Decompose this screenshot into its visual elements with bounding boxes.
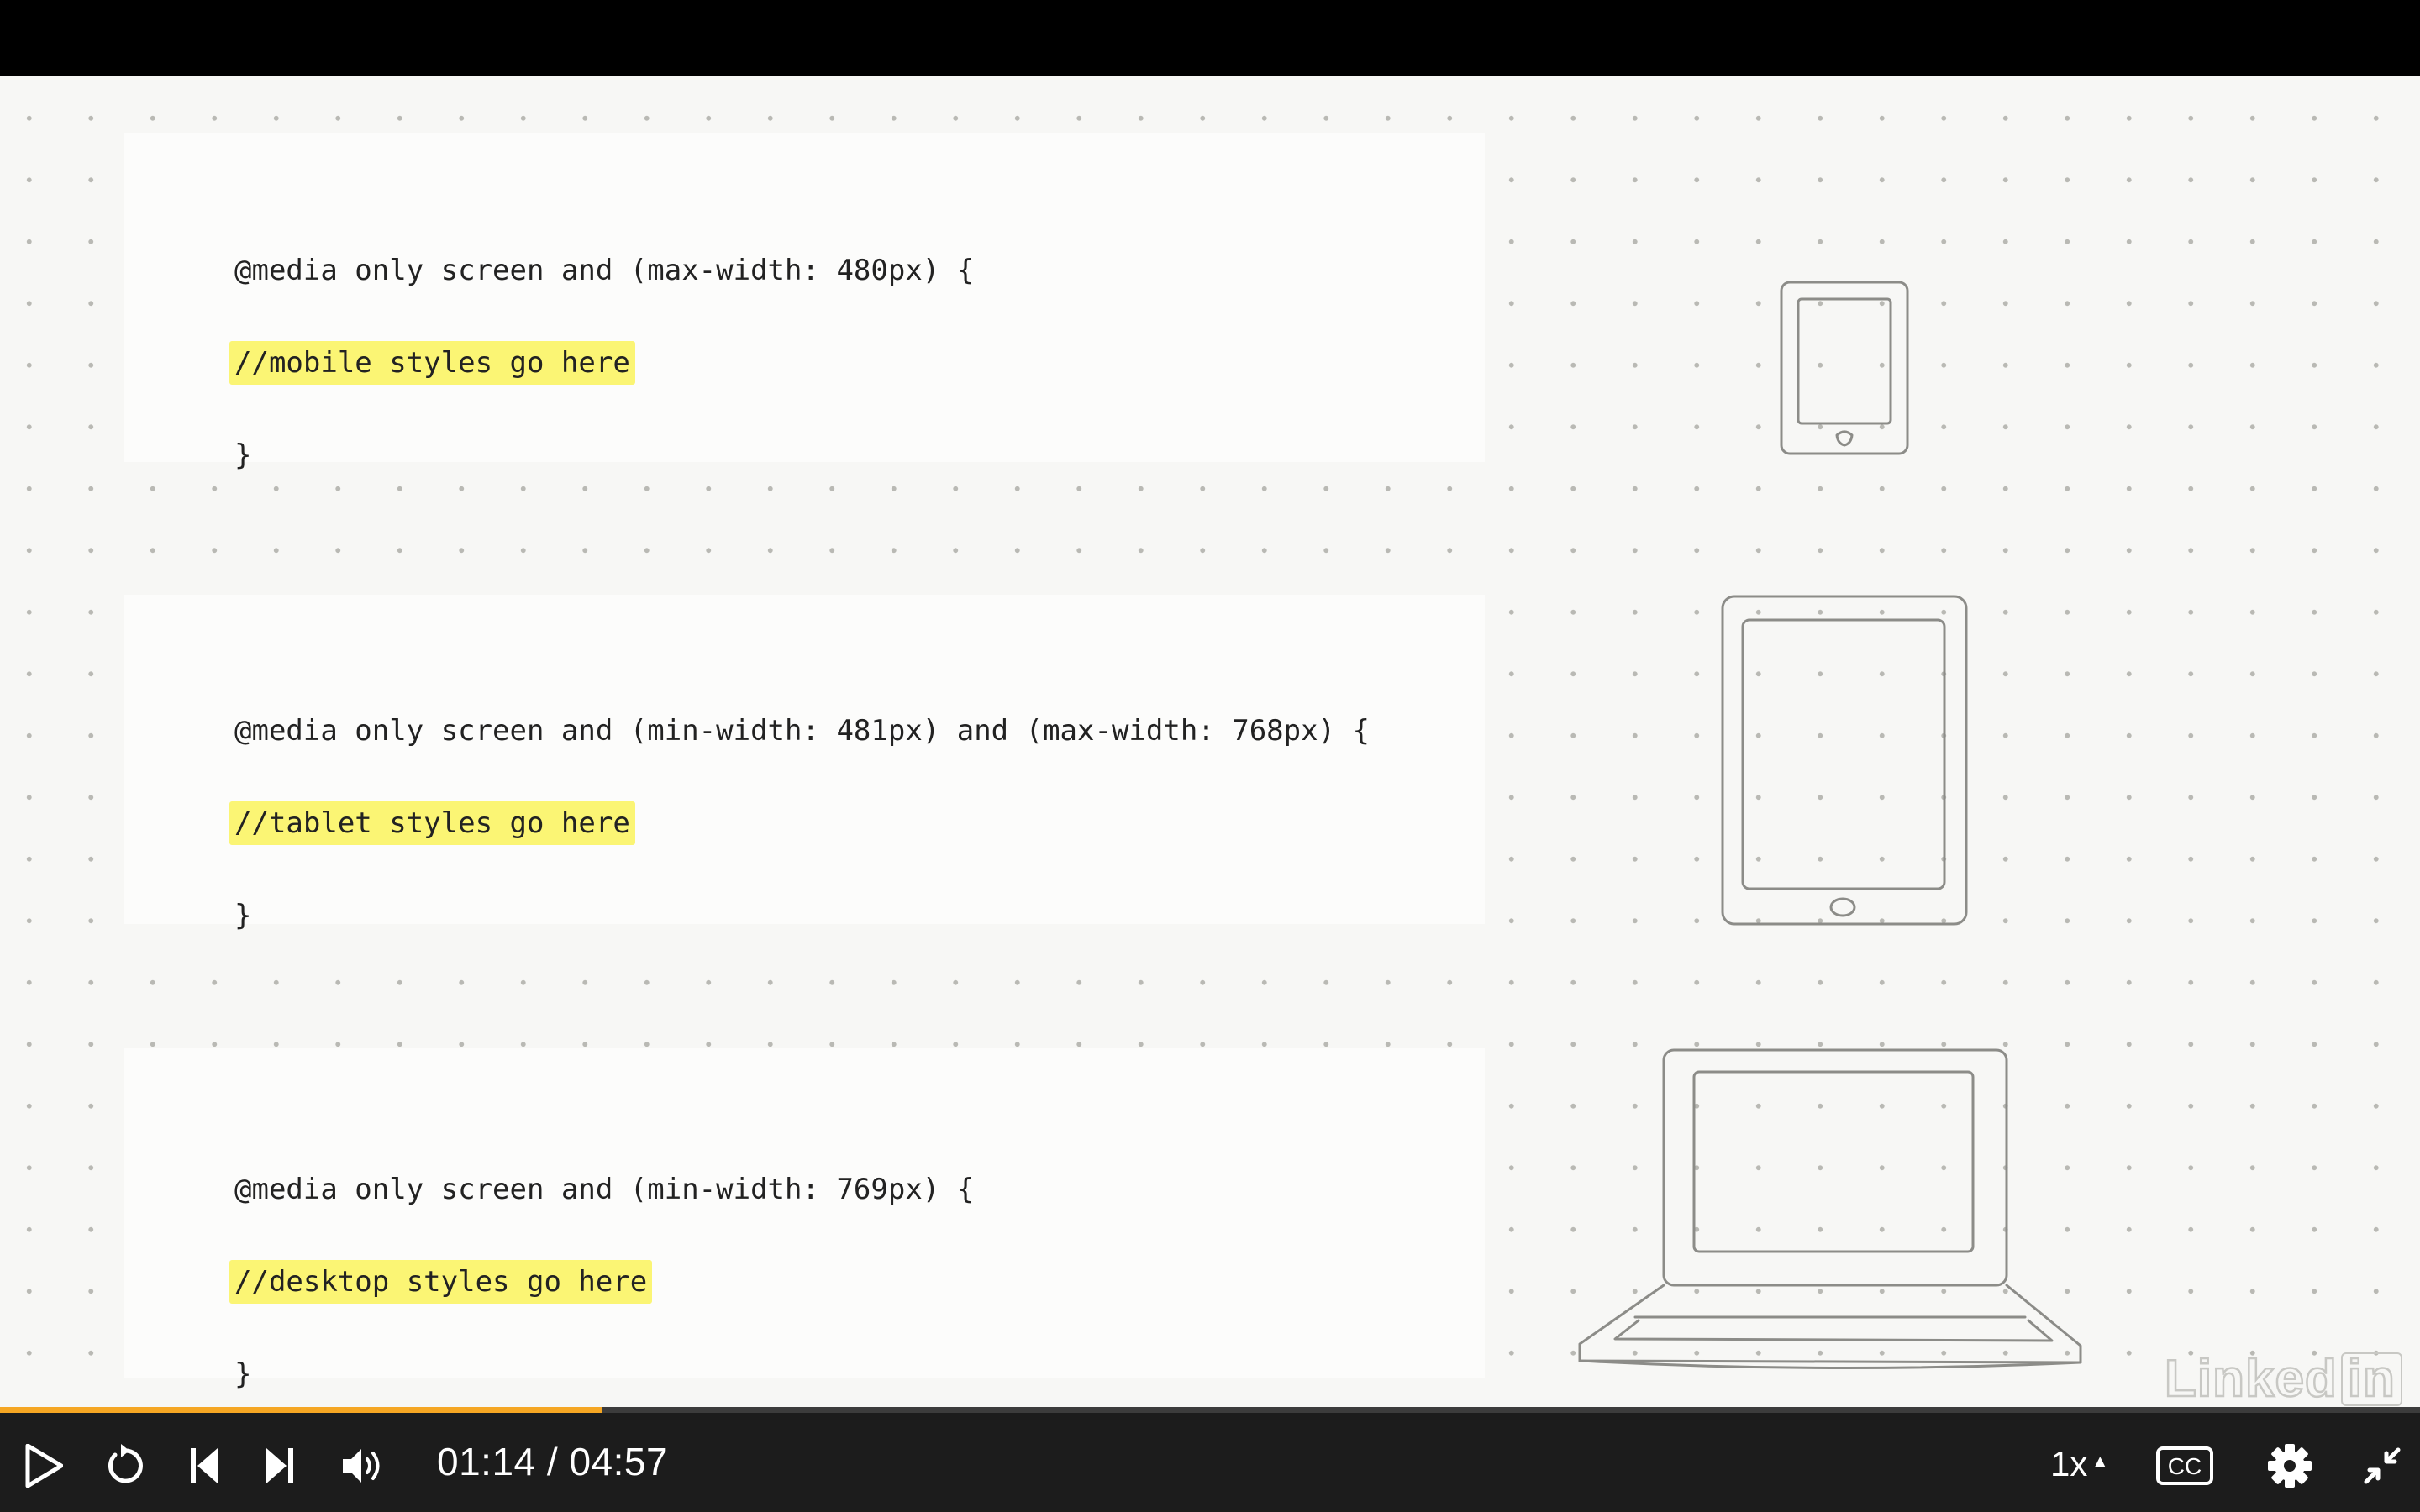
code-line-comment: //tablet styles go here	[229, 801, 635, 845]
replay-icon	[108, 1444, 143, 1483]
captions-button[interactable]: CC	[2151, 1441, 2218, 1491]
highlighted-comment: //tablet styles go here	[229, 801, 635, 845]
laptop-icon	[1578, 1048, 2082, 1370]
playback-speed-button[interactable]: 1x ▲	[2050, 1436, 2109, 1487]
speed-caret-icon: ▲	[2091, 1451, 2110, 1472]
captions-icon: CC	[2156, 1446, 2213, 1485]
next-icon	[266, 1448, 293, 1483]
duration: 04:57	[569, 1440, 669, 1483]
code-line-close-brace: }	[234, 899, 252, 932]
replay-button[interactable]	[99, 1441, 153, 1491]
progress-bar-fill	[0, 1407, 603, 1413]
playback-speed-label: 1x	[2050, 1444, 2088, 1483]
play-icon	[25, 1444, 63, 1488]
settings-gear-icon	[2268, 1444, 2312, 1488]
time-separator: /	[535, 1440, 570, 1483]
highlighted-comment: //desktop styles go here	[229, 1260, 653, 1304]
code-line-comment: //desktop styles go here	[229, 1260, 653, 1304]
volume-icon	[343, 1449, 380, 1483]
code-line-close-brace: }	[234, 438, 252, 472]
code-line-media-query: @media only screen and (min-width: 481px…	[234, 714, 1370, 748]
code-card-mobile: @media only screen and (max-width: 480px…	[124, 133, 1485, 472]
video-frame[interactable]: @media only screen and (max-width: 480px…	[0, 76, 2420, 1407]
volume-button[interactable]	[336, 1441, 390, 1491]
linkedin-watermark: Linked in	[2164, 1349, 2402, 1407]
tablet-icon	[1721, 595, 1968, 926]
exit-fullscreen-button[interactable]	[2357, 1441, 2407, 1491]
settings-button[interactable]	[2260, 1441, 2319, 1491]
current-time: 01:14	[437, 1440, 536, 1483]
phone-icon	[1780, 281, 1909, 455]
top-letterbox	[0, 0, 2420, 76]
code-card-desktop: @media only screen and (min-width: 769px…	[124, 1048, 1485, 1391]
code-line-close-brace: }	[234, 1357, 252, 1391]
highlighted-comment: //mobile styles go here	[229, 341, 635, 385]
time-display: 01:14 / 04:57	[437, 1436, 668, 1487]
code-line-media-query: @media only screen and (max-width: 480px…	[234, 254, 975, 287]
captions-label: CC	[2168, 1453, 2202, 1479]
code-card-tablet: @media only screen and (min-width: 481px…	[124, 595, 1485, 932]
device-sketches	[1578, 281, 2082, 1370]
progress-bar[interactable]	[0, 1407, 2420, 1413]
code-line-media-query: @media only screen and (min-width: 769px…	[234, 1173, 975, 1206]
exit-fullscreen-icon	[2364, 1447, 2401, 1484]
play-button[interactable]	[17, 1441, 71, 1491]
code-line-comment: //mobile styles go here	[229, 341, 635, 385]
next-button[interactable]	[259, 1441, 301, 1491]
previous-button[interactable]	[183, 1441, 225, 1491]
previous-icon	[191, 1448, 218, 1483]
